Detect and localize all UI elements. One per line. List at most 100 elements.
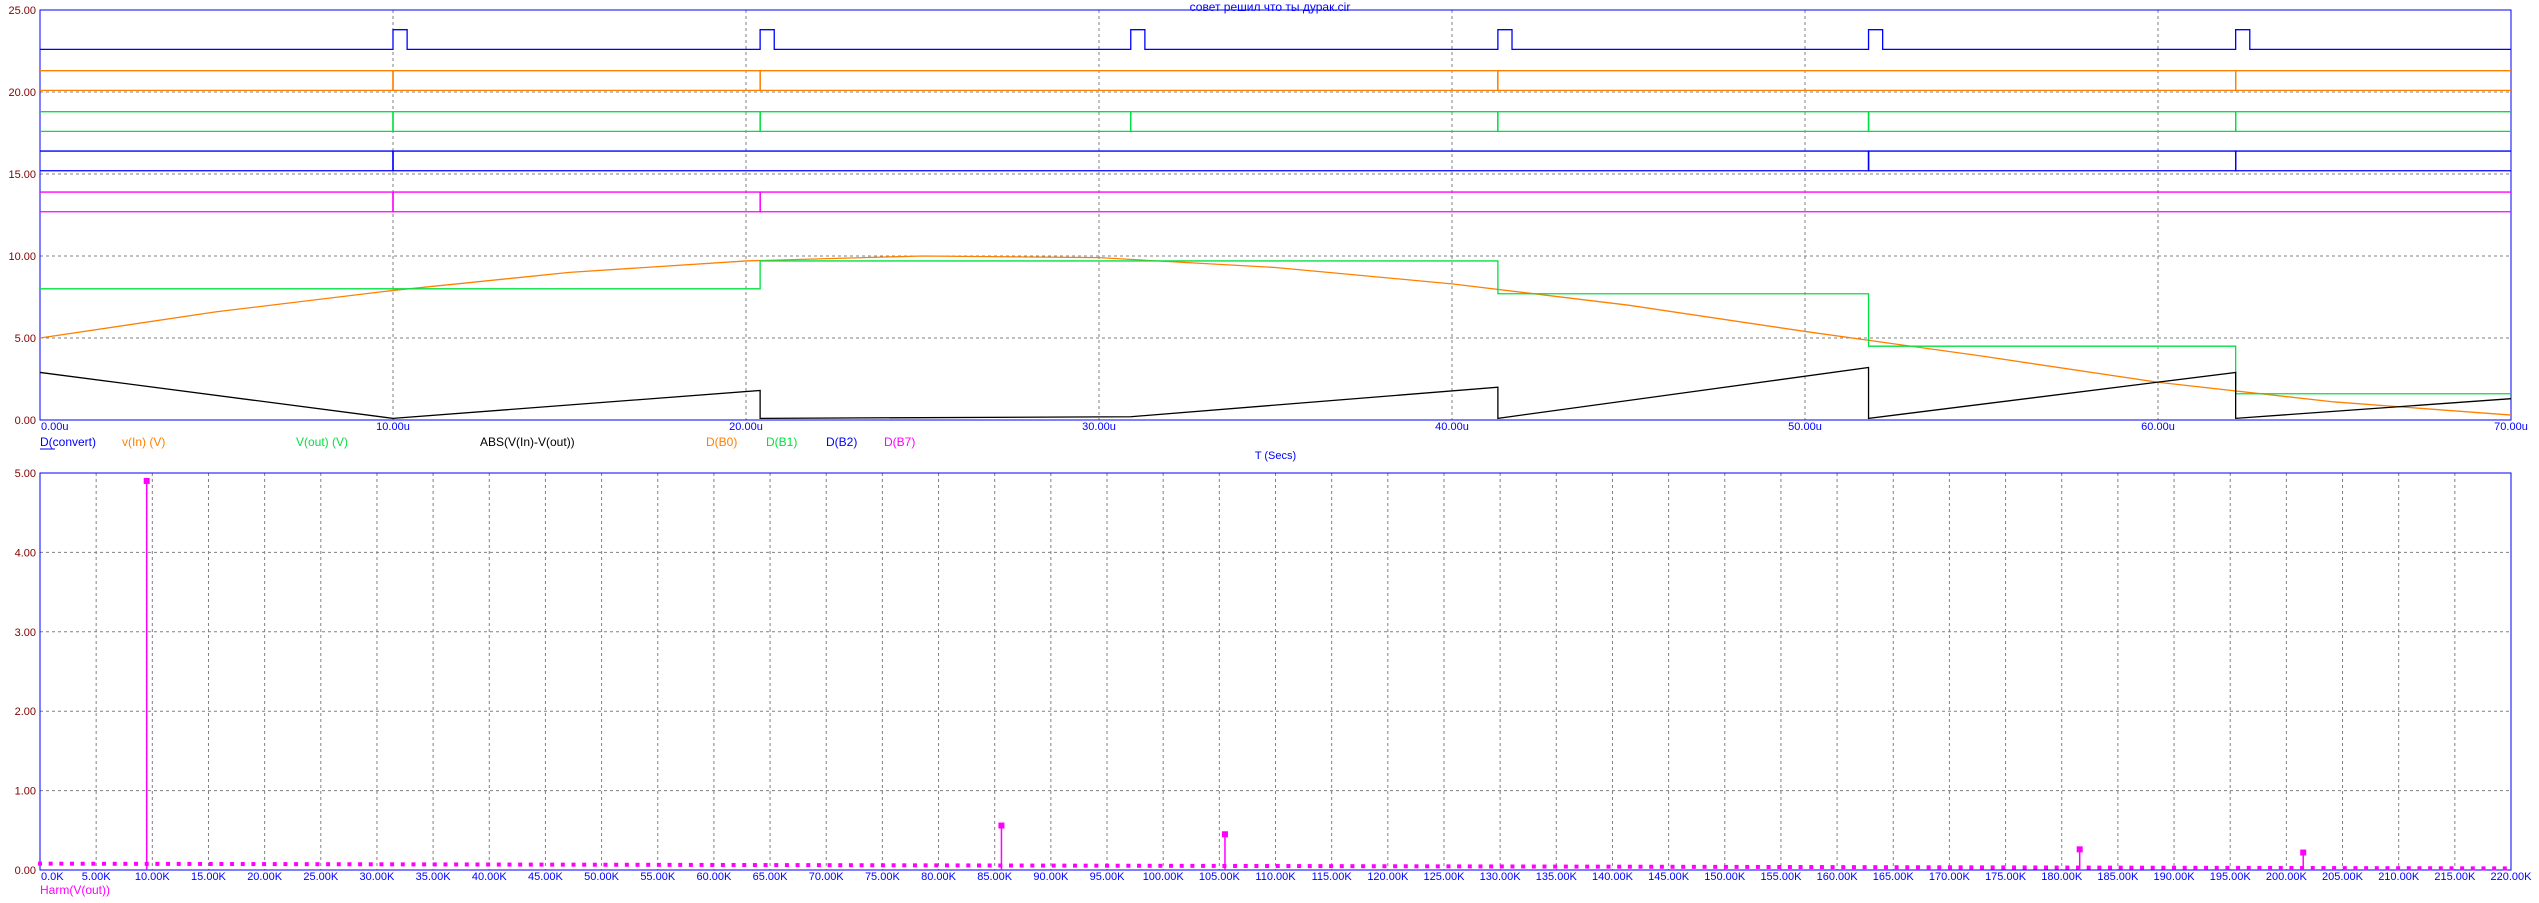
harmonics-plot: 0.00 1.00 2.00 3.00 4.00 5.00 0.0K 5.00K 10.00K 1… (15, 468, 2533, 897)
harmonic-floor-point (2161, 865, 2166, 870)
series-d-b7--complement (40, 191, 2511, 213)
harmonic-floor-point (2310, 866, 2315, 871)
harmonic-floor-point (1073, 863, 1078, 868)
harmonic-floor-point (1382, 864, 1387, 869)
harmonic-floor-point (315, 862, 320, 867)
x-tick-label: 165.00K (1873, 871, 1915, 883)
x-tick-label: 30.00u (1082, 421, 1116, 433)
harmonic-floor-point (976, 863, 981, 868)
series-d-b2--complement (40, 150, 2511, 172)
harmonic-floor-point (1318, 864, 1323, 869)
harmonic-floor-point (91, 861, 96, 866)
legend-entry: D(B2) (826, 435, 857, 449)
harmonic-floor-point (1606, 864, 1611, 869)
transient-plot: 0.00 5.00 10.00 15.00 20.00 25.00 0.00u 10.00u 2… (8, 5, 2527, 462)
harmonic-floor-point (560, 862, 565, 867)
x-tick-label: 35.00K (416, 871, 452, 883)
y-tick-label: 15.00 (8, 169, 36, 181)
harmonic-floor-point (2342, 866, 2347, 871)
harmonic-floor-point (838, 863, 843, 868)
x-tick-label: 90.00K (1033, 871, 1069, 883)
harmonic-floor-point (582, 862, 587, 867)
harmonic-floor-point (102, 861, 107, 866)
harmonic-floor-point (902, 863, 907, 868)
chart-title: совет решил что ты дурак.cir (1190, 0, 1351, 14)
harmonic-floor-point (2460, 866, 2465, 871)
plot-frame (39, 9, 2512, 421)
harmonic-floor-point (326, 862, 331, 867)
harmonic-floor-point (304, 862, 309, 867)
harmonic-floor-point (518, 862, 523, 867)
series-abs-v-in-v-out- (39, 366, 2512, 420)
harmonic-floor-point (1275, 864, 1280, 869)
harmonic-floor-point (1510, 864, 1515, 869)
series-v-in-v- (39, 255, 2512, 416)
harmonic-floor-point (2086, 865, 2091, 870)
harmonic-floor-point (1051, 863, 1056, 868)
harmonic-floor-point (1798, 865, 1803, 870)
harmonic-floor-point (763, 863, 768, 868)
harmonic-floor-point (806, 863, 811, 868)
harmonic-floor-point (1915, 865, 1920, 870)
harmonic-floor-point (955, 863, 960, 868)
harmonic-floor-point (2364, 866, 2369, 871)
harmonic-floor-point (134, 861, 139, 866)
x-tick-label: 80.00K (921, 871, 957, 883)
harmonic-floor-point (422, 862, 427, 867)
x-tick-label: 185.00K (2097, 871, 2139, 883)
harmonic-floor-point (1169, 863, 1174, 868)
harmonic-floor-point (2225, 865, 2230, 870)
harmonic-floor-point (1521, 864, 1526, 869)
harmonic-floor-point (240, 862, 245, 867)
harmonic-floor-point (2150, 865, 2155, 870)
harmonic-floor-point (2172, 865, 2177, 870)
harmonic-floor-point (1307, 864, 1312, 869)
harmonic-floor-point (70, 861, 75, 866)
harmonic-floor-point (1926, 865, 1931, 870)
harmonic-floor-point (891, 863, 896, 868)
harmonic-floor-point (283, 862, 288, 867)
series-d-b2- (40, 150, 2511, 172)
legend-entry: V(out) (V) (296, 435, 348, 449)
harmonic-floor-point (1873, 865, 1878, 870)
harmonic-floor-point (294, 862, 299, 867)
harmonic-floor-point (2204, 865, 2209, 870)
harmonic-floor-point (1670, 864, 1675, 869)
harmonic-floor-point (528, 862, 533, 867)
harmonic-floor-point (1115, 863, 1120, 868)
harmonic-floor-point (1286, 864, 1291, 869)
harmonic-floor-point (1787, 865, 1792, 870)
harmonic-floor-point (368, 862, 373, 867)
harmonic-floor-point (48, 861, 53, 866)
harmonic-floor-point (603, 862, 608, 867)
harmonic-floor-point (1649, 864, 1654, 869)
x-tick-label: 155.00K (1760, 871, 1802, 883)
harmonic-floor-point (2385, 866, 2390, 871)
harmonic-floor-point (272, 862, 277, 867)
harmonic-floor-point (1990, 865, 1995, 870)
harmonic-floor-point (166, 861, 171, 866)
x-tick-label: 50.00u (1788, 421, 1822, 433)
x-axis-label: T (Secs) (1255, 450, 1296, 462)
harmonic-floor-point (2492, 866, 2497, 871)
harmonic-floor-point (1243, 863, 1248, 868)
harmonic-floor-point (1254, 863, 1259, 868)
harmonic-floor-point (2332, 866, 2337, 871)
harmonic-floor-point (699, 862, 704, 867)
y-tick-label: 20.00 (8, 87, 36, 99)
x-tick-label: 70.00K (809, 871, 845, 883)
harmonic-floor-point (731, 862, 736, 867)
harmonic-floor-point (710, 862, 715, 867)
harmonic-floor-point (912, 863, 917, 868)
harmonic-floor-point (688, 862, 693, 867)
harmonic-floor-point (1862, 865, 1867, 870)
x-tick-label: 45.00K (528, 871, 564, 883)
harmonic-floor-point (2257, 865, 2262, 870)
x-tick-label: 20.00u (729, 421, 763, 433)
harmonic-floor-point (1467, 864, 1472, 869)
harmonic-floor-point (1083, 863, 1088, 868)
x-tick-label: 50.00K (584, 871, 620, 883)
harmonic-floor-point (720, 862, 725, 867)
y-tick-label: 3.00 (15, 627, 36, 639)
harmonic-floor-point (1446, 864, 1451, 869)
